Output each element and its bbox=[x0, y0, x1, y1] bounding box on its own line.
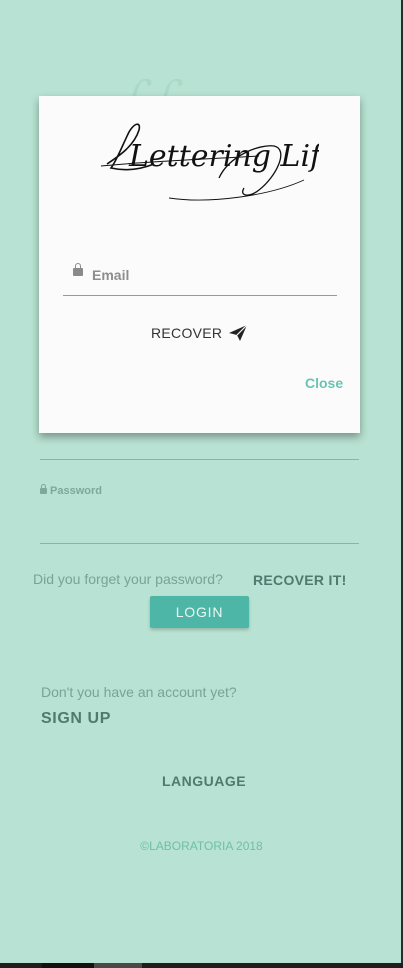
email-field-underline[interactable] bbox=[40, 459, 359, 460]
paper-plane-icon bbox=[229, 324, 248, 341]
password-field-underline[interactable] bbox=[40, 543, 359, 544]
taskbar-segment bbox=[42, 963, 94, 968]
language-button[interactable]: LANGUAGE bbox=[162, 773, 246, 789]
recover-button-label: RECOVER bbox=[151, 325, 223, 341]
close-link[interactable]: Close bbox=[305, 375, 343, 391]
email-field[interactable] bbox=[63, 261, 337, 296]
password-label-row: Password bbox=[40, 484, 102, 497]
recover-it-link[interactable]: RECOVER IT! bbox=[253, 572, 347, 588]
copyright-footer: ©LABORATORIA 2018 bbox=[140, 839, 263, 853]
lock-icon bbox=[40, 484, 47, 494]
lettering-life-logo: Lettering Life bbox=[100, 123, 319, 201]
bottom-taskbar bbox=[0, 963, 403, 968]
password-label: Password bbox=[50, 485, 102, 497]
forgot-password-text: Did you forget your password? bbox=[33, 571, 223, 587]
logo-lettering: Lettering Life bbox=[128, 139, 319, 174]
lock-icon bbox=[73, 263, 83, 276]
taskbar-segment bbox=[94, 963, 142, 968]
sign-up-link[interactable]: SIGN UP bbox=[41, 710, 111, 728]
email-input[interactable] bbox=[90, 263, 334, 287]
login-button[interactable]: LOGIN bbox=[150, 596, 249, 628]
no-account-text: Don't you have an account yet? bbox=[41, 684, 237, 700]
recover-button[interactable]: RECOVER bbox=[151, 324, 248, 342]
recover-password-modal: Lettering Life RECOVER Close bbox=[39, 96, 360, 433]
